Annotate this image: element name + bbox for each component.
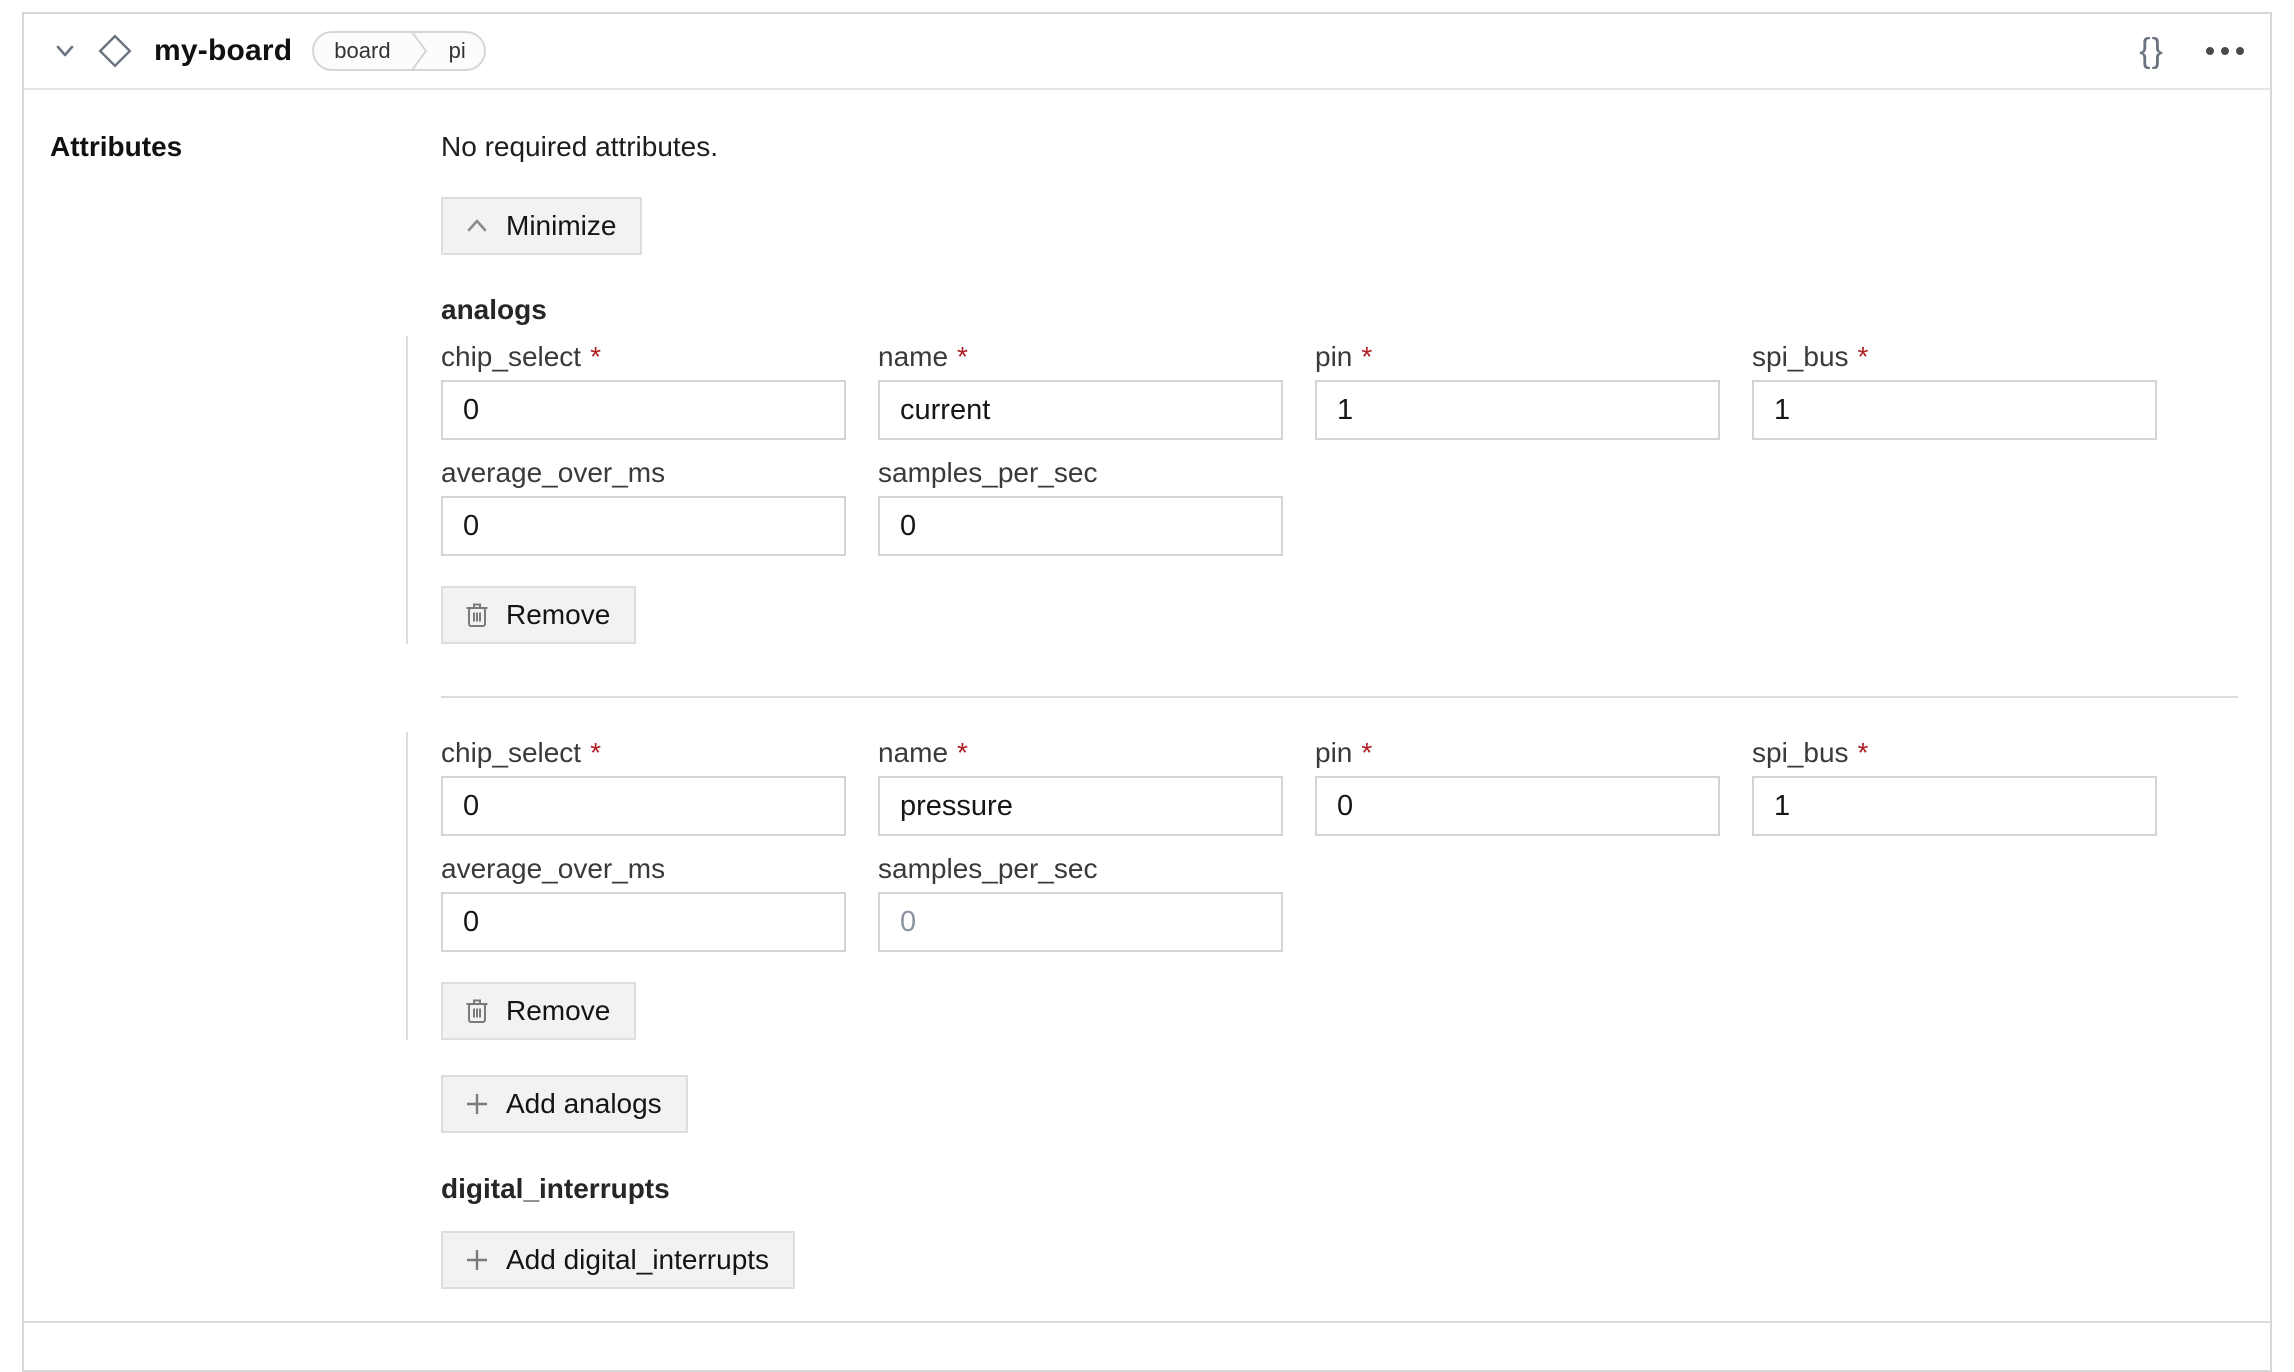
required-asterisk: *: [590, 342, 601, 372]
chip-select-input[interactable]: [441, 776, 846, 836]
pin-input[interactable]: [1315, 380, 1720, 440]
trash-icon: [465, 601, 489, 629]
tag-board: board: [314, 33, 410, 69]
field-chip-select: chip_select *: [441, 342, 846, 440]
required-asterisk: *: [1361, 342, 1372, 372]
required-asterisk: *: [1858, 342, 1869, 372]
digital-interrupts-section-label: digital_interrupts: [441, 1173, 2238, 1205]
name-input[interactable]: [878, 380, 1283, 440]
ellipsis-icon: [2204, 45, 2246, 57]
pin-input[interactable]: [1315, 776, 1720, 836]
remove-analog-2-button[interactable]: Remove: [441, 982, 636, 1040]
attributes-heading: Attributes: [50, 130, 441, 164]
required-asterisk: *: [1361, 738, 1372, 768]
attributes-form: No required attributes. Minimize analogs…: [441, 130, 2238, 1289]
field-pin: pin *: [1315, 738, 1720, 836]
section-bottom-divider: [24, 1321, 2270, 1323]
analog-group-2-row-1: chip_select * name * p: [441, 738, 2238, 836]
plus-icon: [465, 1092, 489, 1116]
field-label-spi-bus: spi_bus: [1752, 342, 1849, 372]
trash-icon: [465, 997, 489, 1025]
attributes-gutter: Attributes: [50, 130, 441, 1289]
tag-separator-chevron-icon: [411, 33, 431, 69]
minimize-button-label: Minimize: [506, 210, 616, 242]
field-spi-bus: spi_bus *: [1752, 738, 2157, 836]
field-name: name *: [878, 342, 1283, 440]
add-digital-interrupts-button[interactable]: Add digital_interrupts: [441, 1231, 795, 1289]
board-component-icon: [96, 32, 134, 70]
add-digital-interrupts-button-label: Add digital_interrupts: [506, 1244, 769, 1276]
plus-icon: [465, 1248, 489, 1272]
component-type-tags: board pi: [312, 31, 485, 71]
samples-per-sec-input[interactable]: [878, 496, 1283, 556]
analogs-section-label: analogs: [441, 294, 2238, 326]
average-over-ms-input[interactable]: [441, 496, 846, 556]
name-input[interactable]: [878, 776, 1283, 836]
analog-group-2-row-2: average_over_ms samples_per_sec: [441, 854, 2238, 952]
spi-bus-input[interactable]: [1752, 776, 2157, 836]
add-analogs-button[interactable]: Add analogs: [441, 1075, 688, 1133]
chevron-up-icon: [465, 216, 489, 236]
field-average-over-ms: average_over_ms: [441, 854, 846, 952]
field-label-average-over-ms: average_over_ms: [441, 458, 665, 488]
chip-select-input[interactable]: [441, 380, 846, 440]
analog-group-1: chip_select * name * p: [441, 342, 2238, 644]
field-label-average-over-ms: average_over_ms: [441, 854, 665, 884]
analog-group-1-row-1: chip_select * name * p: [441, 342, 2238, 440]
diamond-icon: [96, 32, 134, 70]
field-name: name *: [878, 738, 1283, 836]
chevron-down-icon: [53, 39, 77, 63]
json-mode-icon[interactable]: {}: [2139, 32, 2164, 71]
add-analogs-button-label: Add analogs: [506, 1088, 662, 1120]
field-label-pin: pin: [1315, 342, 1352, 372]
field-chip-select: chip_select *: [441, 738, 846, 836]
required-asterisk: *: [590, 738, 601, 768]
no-required-attributes-text: No required attributes.: [441, 130, 2238, 164]
field-spi-bus: spi_bus *: [1752, 342, 2157, 440]
remove-button-label: Remove: [506, 599, 610, 631]
average-over-ms-input[interactable]: [441, 892, 846, 952]
field-average-over-ms: average_over_ms: [441, 458, 846, 556]
samples-per-sec-input[interactable]: [878, 892, 1283, 952]
component-card: my-board board pi {} Attributes No requi…: [22, 12, 2272, 1372]
remove-button-label: Remove: [506, 995, 610, 1027]
field-samples-per-sec: samples_per_sec: [878, 854, 1283, 952]
field-label-name: name: [878, 738, 948, 768]
field-label-pin: pin: [1315, 738, 1352, 768]
field-label-name: name: [878, 342, 948, 372]
required-asterisk: *: [957, 738, 968, 768]
component-name-title: my-board: [154, 34, 292, 68]
analog-group-divider: [441, 696, 2238, 698]
minimize-button[interactable]: Minimize: [441, 197, 642, 255]
collapse-chevron-button[interactable]: [48, 34, 82, 68]
field-label-spi-bus: spi_bus: [1752, 738, 1849, 768]
spi-bus-input[interactable]: [1752, 380, 2157, 440]
attributes-section: Attributes No required attributes. Minim…: [24, 90, 2270, 1289]
required-asterisk: *: [1858, 738, 1869, 768]
remove-analog-1-button[interactable]: Remove: [441, 586, 636, 644]
field-pin: pin *: [1315, 342, 1720, 440]
field-label-chip-select: chip_select: [441, 342, 581, 372]
field-samples-per-sec: samples_per_sec: [878, 458, 1283, 556]
tag-pi: pi: [431, 33, 484, 69]
more-options-button[interactable]: [2204, 45, 2246, 57]
field-label-samples-per-sec: samples_per_sec: [878, 458, 1097, 488]
component-card-header: my-board board pi {}: [24, 14, 2270, 90]
field-label-samples-per-sec: samples_per_sec: [878, 854, 1097, 884]
analog-group-2: chip_select * name * p: [441, 738, 2238, 1040]
analog-group-1-row-2: average_over_ms samples_per_sec: [441, 458, 2238, 556]
required-asterisk: *: [957, 342, 968, 372]
field-label-chip-select: chip_select: [441, 738, 581, 768]
